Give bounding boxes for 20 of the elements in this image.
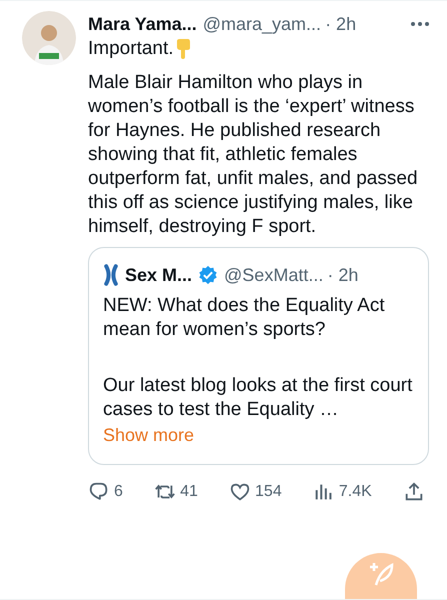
post-time: · 2h bbox=[327, 264, 358, 286]
reply-icon[interactable] bbox=[88, 481, 110, 503]
author-handle[interactable]: @SexMatt... bbox=[224, 264, 324, 286]
quote-text: NEW: What does the Equality Act mean for women’s sports? bbox=[103, 295, 385, 340]
post-time: · 2h bbox=[325, 14, 356, 34]
chromosome-icon bbox=[103, 264, 119, 286]
author-name[interactable]: Sex M... bbox=[125, 264, 192, 286]
action-count: 6 bbox=[114, 483, 123, 501]
heart-icon[interactable] bbox=[229, 481, 252, 503]
avatar-icon[interactable] bbox=[22, 11, 76, 65]
action-count: 41 bbox=[180, 483, 198, 501]
action-count: 154 bbox=[255, 483, 282, 501]
quote-card[interactable]: Sex M... @SexMatt... · 2h NEW: What does the Equality Act mean for women’s sports? Our latest blog looks at the first court cases to test the Equality … Show more bbox=[88, 247, 429, 465]
pointing-hand-icon bbox=[176, 39, 190, 59]
action-count: 7.4K bbox=[338, 483, 372, 501]
author-name[interactable]: Mara Yama... bbox=[88, 14, 197, 34]
post-text: Important. bbox=[88, 37, 174, 61]
quote-text: Our latest blog looks at the first court cases to test the Equality … bbox=[103, 375, 412, 420]
post-text: Male Blair Hamilton who plays in women’s football is the ‘expert’ witness for Haynes. He published research showing that fit, athletic females outperform fat, unfit males, and passed this off as science justifying males, like himself, destroying F sport. bbox=[88, 71, 419, 239]
author-handle[interactable]: @mara_yam... bbox=[202, 14, 322, 34]
